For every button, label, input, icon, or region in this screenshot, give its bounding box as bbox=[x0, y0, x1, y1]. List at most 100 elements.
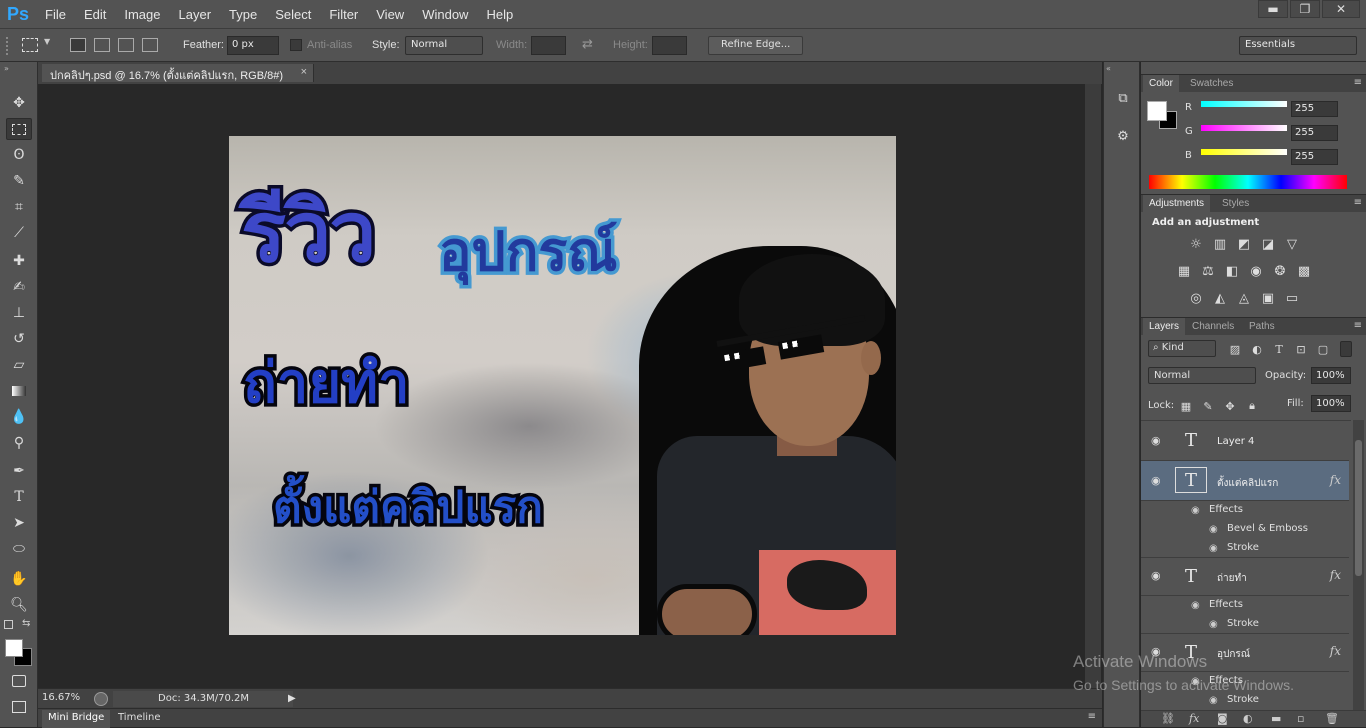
menu-help[interactable]: Help bbox=[477, 7, 522, 22]
vertical-scrollbar[interactable] bbox=[1085, 84, 1101, 688]
fx-icon[interactable]: fx bbox=[1330, 644, 1341, 658]
blue-slider[interactable] bbox=[1201, 149, 1287, 155]
blur-tool-icon[interactable]: 💧 bbox=[6, 406, 32, 428]
quick-selection-tool-icon[interactable]: ✎ bbox=[6, 170, 32, 192]
filter-pixel-icon[interactable]: ▨ bbox=[1226, 341, 1244, 357]
add-selection-icon[interactable] bbox=[94, 38, 110, 52]
feather-input[interactable]: 0 px bbox=[227, 36, 279, 55]
default-colors-icon[interactable] bbox=[4, 620, 13, 629]
visibility-eye-icon[interactable]: ◉ bbox=[1151, 434, 1161, 447]
tab-channels[interactable]: Channels bbox=[1186, 318, 1240, 336]
menu-filter[interactable]: Filter bbox=[320, 7, 367, 22]
restore-button[interactable]: ❐ bbox=[1290, 0, 1320, 18]
intersect-selection-icon[interactable] bbox=[142, 38, 158, 52]
effect-visibility-eye-icon[interactable]: ◉ bbox=[1209, 524, 1218, 535]
menu-type[interactable]: Type bbox=[220, 7, 266, 22]
black-white-icon[interactable]: ◧ bbox=[1223, 263, 1241, 279]
collapse-icon[interactable]: « bbox=[1106, 64, 1111, 73]
pen-tool-icon[interactable]: ✒ bbox=[6, 460, 32, 482]
lock-image-icon[interactable]: ✎ bbox=[1199, 398, 1217, 414]
effect-stroke[interactable]: Stroke bbox=[1227, 542, 1259, 553]
width-input[interactable] bbox=[531, 36, 566, 55]
opacity-input[interactable]: 100% bbox=[1311, 367, 1351, 384]
layer-row[interactable]: ◉ T Layer 4 bbox=[1141, 421, 1349, 461]
move-tool-icon[interactable]: ✥ bbox=[6, 92, 32, 114]
filter-adjustment-icon[interactable]: ◐ bbox=[1248, 341, 1266, 357]
lasso-tool-icon[interactable]: ʘ bbox=[6, 144, 32, 166]
link-layers-icon[interactable]: ⛓ bbox=[1161, 712, 1175, 725]
healing-brush-tool-icon[interactable]: ✚ bbox=[6, 250, 32, 272]
panel-menu-icon[interactable]: ≡ bbox=[1354, 77, 1362, 88]
filter-toggle[interactable] bbox=[1340, 341, 1352, 357]
swap-icon[interactable]: ⇄ bbox=[582, 37, 593, 52]
adjustment-layer-icon[interactable]: ◐ bbox=[1243, 712, 1253, 725]
fx-icon[interactable]: fx bbox=[1330, 473, 1341, 487]
curves-icon[interactable]: ◩ bbox=[1235, 236, 1253, 252]
color-lookup-icon[interactable]: ▩ bbox=[1295, 263, 1313, 279]
layer-row[interactable]: ◉ T ถ่ายทำ fx bbox=[1141, 558, 1349, 596]
tab-color[interactable]: Color bbox=[1143, 75, 1179, 93]
collapse-icon[interactable]: » bbox=[4, 64, 9, 73]
swap-colors-icon[interactable]: ⇆ bbox=[22, 618, 30, 629]
effect-visibility-eye-icon[interactable]: ◉ bbox=[1209, 619, 1218, 630]
brightness-contrast-icon[interactable]: ☼ bbox=[1187, 236, 1205, 252]
history-brush-tool-icon[interactable]: ↺ bbox=[6, 328, 32, 350]
path-selection-tool-icon[interactable]: ➤ bbox=[6, 512, 32, 534]
foreground-color-swatch[interactable] bbox=[5, 639, 23, 657]
height-input[interactable] bbox=[652, 36, 687, 55]
blue-value-input[interactable]: 255 bbox=[1291, 149, 1338, 165]
antialias-checkbox[interactable] bbox=[290, 39, 302, 51]
gradient-map-icon[interactable]: ▭ bbox=[1283, 290, 1301, 306]
effect-stroke[interactable]: Stroke bbox=[1227, 694, 1259, 705]
fx-icon[interactable]: fx bbox=[1330, 568, 1341, 582]
red-value-input[interactable]: 255 bbox=[1291, 101, 1338, 117]
close-button[interactable]: ✕ bbox=[1322, 0, 1360, 18]
tab-paths[interactable]: Paths bbox=[1243, 318, 1281, 336]
type-tool-icon[interactable]: T bbox=[6, 486, 32, 508]
minimize-button[interactable]: ▬ bbox=[1258, 0, 1288, 18]
tab-adjustments[interactable]: Adjustments bbox=[1143, 195, 1211, 213]
menu-select[interactable]: Select bbox=[266, 7, 320, 22]
menu-window[interactable]: Window bbox=[413, 7, 477, 22]
style-select[interactable]: Normal bbox=[405, 36, 483, 55]
menu-image[interactable]: Image bbox=[115, 7, 169, 22]
panel-menu-icon[interactable]: ≡ bbox=[1088, 711, 1096, 722]
subtract-selection-icon[interactable] bbox=[118, 38, 134, 52]
blend-mode-select[interactable]: Normal bbox=[1148, 367, 1256, 384]
red-slider[interactable] bbox=[1201, 101, 1287, 107]
threshold-icon[interactable]: ◬ bbox=[1235, 290, 1253, 306]
tab-timeline[interactable]: Timeline bbox=[112, 710, 167, 728]
marquee-tool-icon[interactable] bbox=[6, 118, 32, 140]
channel-mixer-icon[interactable]: ❂ bbox=[1271, 263, 1289, 279]
properties-panel-icon[interactable]: ⚙ bbox=[1112, 126, 1134, 146]
fill-input[interactable]: 100% bbox=[1311, 395, 1351, 412]
document-profile-icon[interactable] bbox=[94, 692, 108, 706]
color-balance-icon[interactable]: ⚖ bbox=[1199, 263, 1217, 279]
zoom-tool-icon[interactable]: 🔍︎ bbox=[6, 594, 32, 616]
eraser-tool-icon[interactable]: ▱ bbox=[6, 354, 32, 376]
screen-mode-icon[interactable] bbox=[6, 696, 32, 718]
menu-view[interactable]: View bbox=[367, 7, 413, 22]
menu-edit[interactable]: Edit bbox=[75, 7, 115, 22]
tab-mini-bridge[interactable]: Mini Bridge bbox=[42, 710, 111, 728]
effect-visibility-eye-icon[interactable]: ◉ bbox=[1209, 695, 1218, 706]
quick-mask-icon[interactable] bbox=[6, 670, 32, 692]
posterize-icon[interactable]: ◭ bbox=[1211, 290, 1229, 306]
effect-bevel-emboss[interactable]: Bevel & Emboss bbox=[1227, 523, 1308, 534]
layer-name[interactable]: ถ่ายทำ bbox=[1217, 571, 1247, 586]
close-icon[interactable]: × bbox=[301, 66, 307, 78]
color-spectrum-ramp[interactable] bbox=[1149, 175, 1347, 189]
effects-visibility-eye-icon[interactable]: ◉ bbox=[1191, 600, 1200, 611]
selective-color-icon[interactable]: ▣ bbox=[1259, 290, 1277, 306]
visibility-eye-icon[interactable]: ◉ bbox=[1151, 474, 1161, 487]
exposure-icon[interactable]: ◪ bbox=[1259, 236, 1277, 252]
brush-tool-icon[interactable]: ✍ bbox=[6, 276, 32, 298]
workspace-select[interactable]: Essentials bbox=[1239, 36, 1357, 55]
layers-scrollbar[interactable] bbox=[1353, 420, 1364, 710]
layer-style-icon[interactable]: fx bbox=[1189, 712, 1199, 725]
menu-file[interactable]: File bbox=[36, 7, 75, 22]
zoom-level[interactable]: 16.67% bbox=[42, 692, 80, 703]
shape-tool-icon[interactable]: ⬭ bbox=[6, 538, 32, 560]
hue-saturation-icon[interactable]: ▦ bbox=[1175, 263, 1193, 279]
lock-all-icon[interactable]: 🔒︎ bbox=[1243, 398, 1261, 414]
